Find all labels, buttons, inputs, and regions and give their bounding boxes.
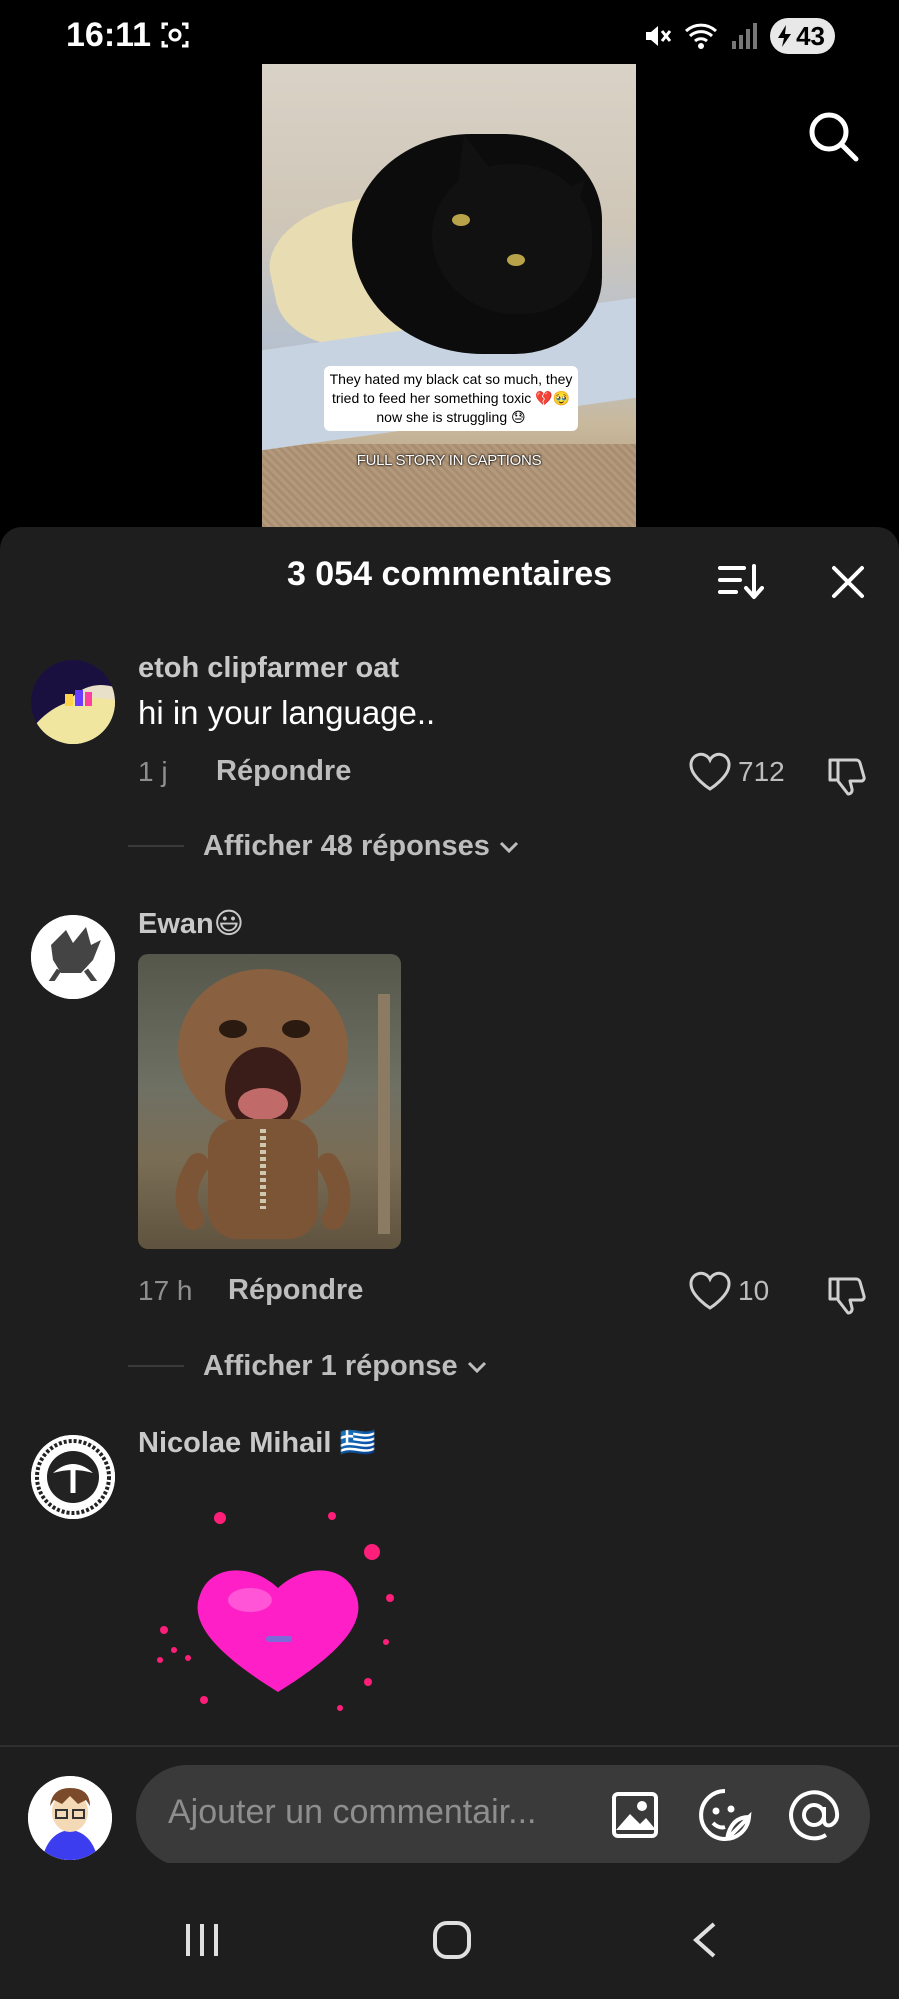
- battery-charging-icon: [778, 25, 792, 47]
- show-replies-label: Afficher 1 réponse: [203, 1350, 458, 1382]
- divider: [128, 1365, 184, 1367]
- comments-count-title: 3 054 commentaires: [286, 555, 613, 593]
- comment-sticker-image[interactable]: [138, 954, 401, 1249]
- signal-icon: [732, 23, 758, 49]
- comment-time: 1 j: [138, 756, 168, 787]
- like-count: 712: [738, 756, 785, 787]
- heart-outline-icon[interactable]: [688, 1271, 732, 1311]
- reply-button[interactable]: Répondre: [216, 755, 351, 788]
- show-replies-link[interactable]: Afficher 48 réponses: [203, 830, 520, 863]
- comment-time: 17 h: [138, 1275, 193, 1306]
- mention-icon[interactable]: [786, 1787, 842, 1843]
- chevron-down-icon: [467, 1361, 486, 1374]
- heart-sticker[interactable]: [150, 1500, 410, 1720]
- back-icon[interactable]: [690, 1920, 720, 1960]
- status-time: 16:11: [66, 16, 152, 54]
- dislike-icon[interactable]: [826, 1271, 868, 1315]
- mute-icon: [646, 26, 672, 46]
- search-icon[interactable]: [805, 108, 861, 164]
- chevron-down-icon: [499, 841, 519, 854]
- home-icon[interactable]: [432, 1920, 472, 1960]
- video-overlay-text: FULL STORY IN CAPTIONS: [356, 452, 542, 469]
- comment-input-placeholder: Ajouter un commentair...: [168, 1793, 537, 1831]
- avatar-image: [31, 1435, 115, 1519]
- image-icon[interactable]: [610, 1790, 660, 1840]
- video-preview[interactable]: They hated my black cat so much, they tr…: [262, 64, 636, 527]
- avatar-image: [31, 660, 115, 744]
- video-caption: They hated my black cat so much, they tr…: [324, 366, 578, 431]
- comment-username[interactable]: Nicolae Mihail 🇬🇷: [138, 1426, 376, 1460]
- dislike-icon[interactable]: [826, 752, 868, 796]
- battery-level: 43: [796, 20, 825, 51]
- comment-text: hi in your language..: [138, 694, 436, 731]
- avatar-image: [28, 1776, 112, 1860]
- sackboy-sticker: [175, 969, 390, 1239]
- avatar-image: [31, 915, 115, 999]
- comment-username[interactable]: etoh clipfarmer oat: [138, 652, 399, 685]
- like-count: 10: [738, 1275, 770, 1306]
- battery-indicator: 43: [770, 18, 835, 54]
- heart-outline-icon[interactable]: [688, 752, 732, 792]
- avatar[interactable]: [31, 1435, 115, 1519]
- screen-record-icon: [161, 22, 189, 48]
- show-replies-label: Afficher 48 réponses: [203, 830, 490, 862]
- sticker-icon[interactable]: [697, 1787, 753, 1843]
- video-cat-eye: [507, 254, 525, 266]
- comment-username[interactable]: Ewan😃: [138, 906, 244, 941]
- current-user-avatar[interactable]: [28, 1776, 112, 1860]
- reply-button[interactable]: Répondre: [228, 1274, 363, 1307]
- avatar[interactable]: [31, 660, 115, 744]
- recent-apps-icon[interactable]: [182, 1920, 222, 1960]
- sort-icon[interactable]: [716, 560, 764, 604]
- close-icon[interactable]: [826, 560, 870, 604]
- show-replies-link[interactable]: Afficher 1 réponse: [203, 1350, 488, 1383]
- wifi-icon: [685, 23, 718, 49]
- video-cat-eye: [452, 214, 470, 226]
- divider: [128, 845, 184, 847]
- avatar[interactable]: [31, 915, 115, 999]
- status-icons: 43: [642, 18, 835, 54]
